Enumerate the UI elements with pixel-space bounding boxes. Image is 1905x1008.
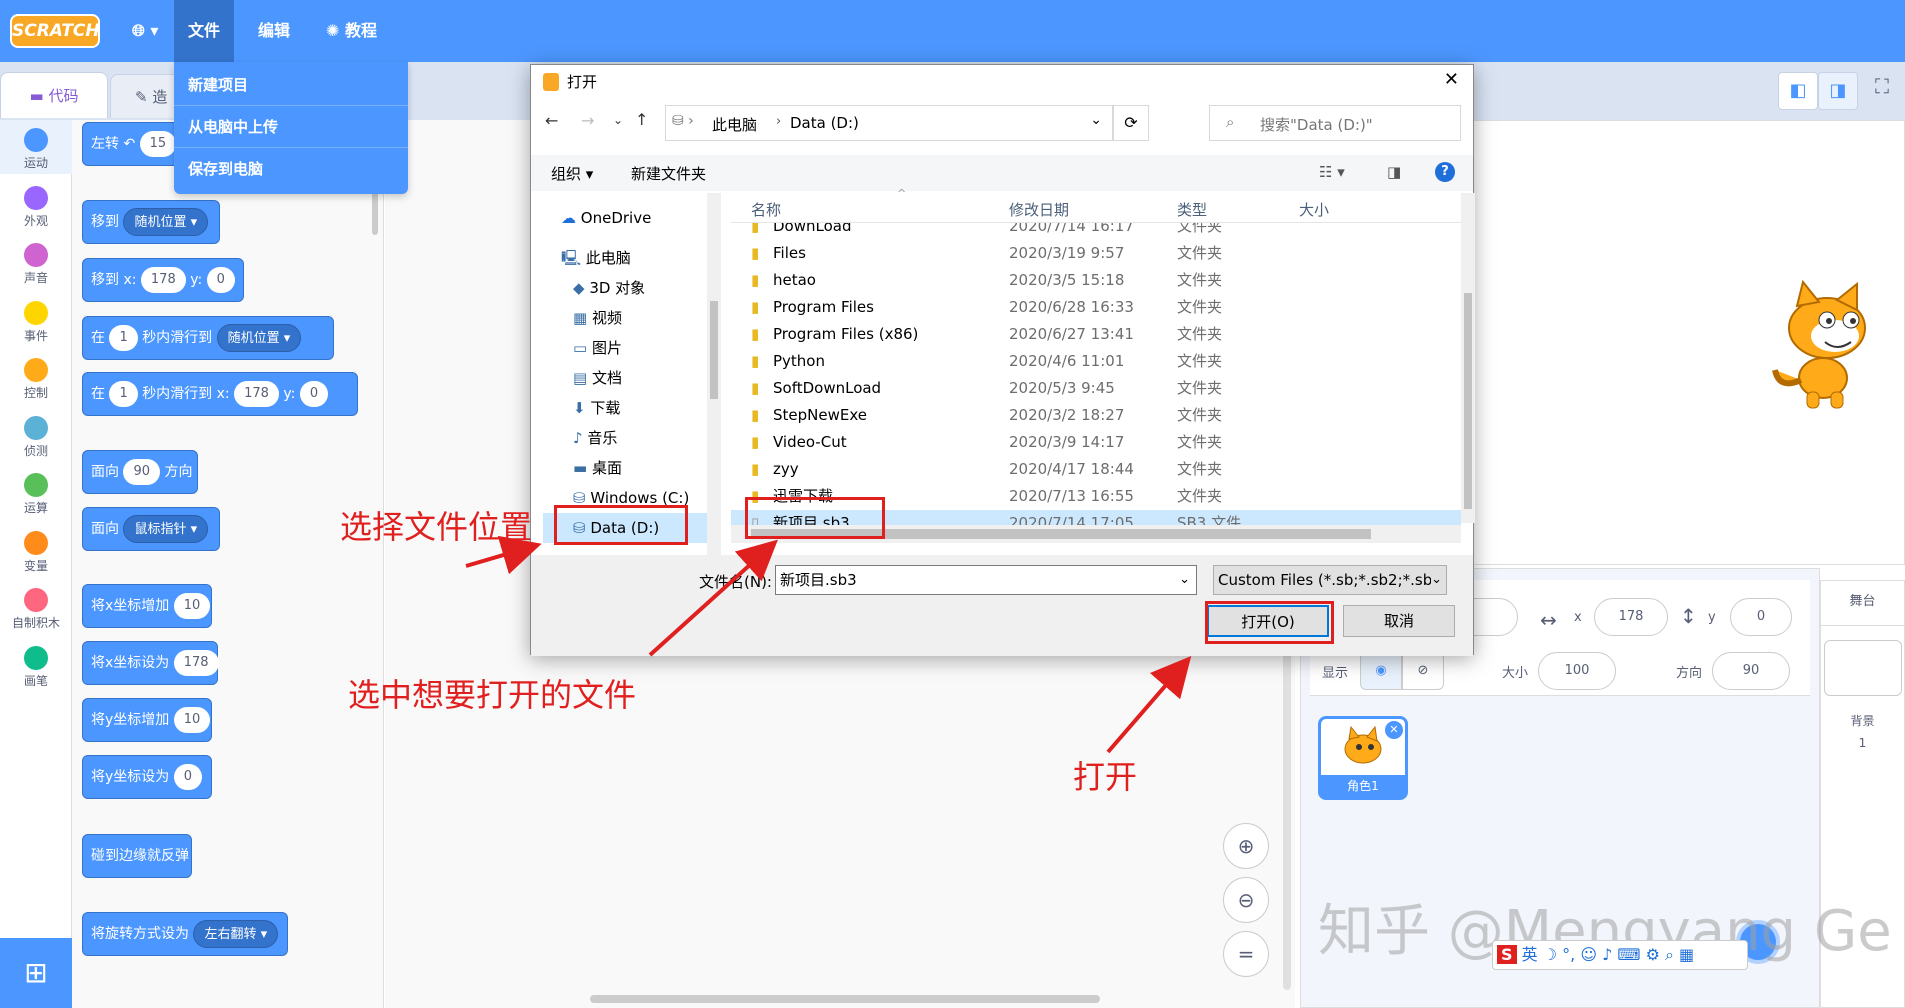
arrow-to-drive: [465, 535, 542, 575]
ime-toolbar[interactable]: S 英 ☽ °, ☺ ♪ ⌨ ⚙ ⌕ ▦: [1492, 940, 1748, 970]
ime-lang[interactable]: 英: [1522, 945, 1538, 964]
arrow-to-open: [1106, 655, 1192, 754]
annotation-arrows: [465, 535, 1192, 754]
ime-tool-icons[interactable]: ☽ °, ☺ ♪ ⌨ ⚙ ⌕ ▦: [1543, 945, 1694, 964]
sogou-icon: S: [1497, 945, 1517, 964]
arrow-to-file: [648, 539, 778, 657]
